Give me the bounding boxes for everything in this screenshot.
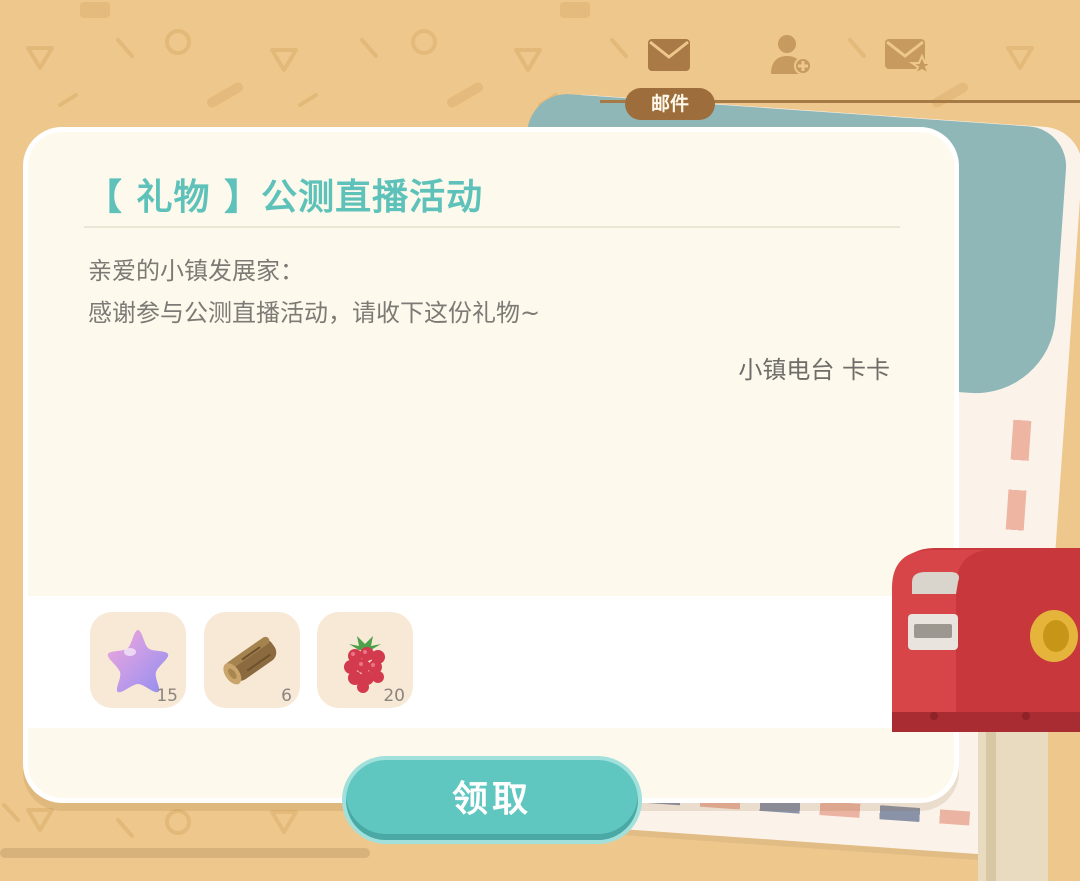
mail-icon[interactable] xyxy=(644,30,694,80)
reward-count: 15 xyxy=(156,686,178,706)
starred-mail-icon[interactable] xyxy=(882,30,932,80)
reward-item-star[interactable]: 15 xyxy=(90,612,186,708)
mailbox-illustration xyxy=(892,548,1080,881)
mail-tabs: 邮件 xyxy=(600,20,1080,130)
mail-panel: 【 礼物 】公测直播活动 亲爱的小镇发展家： 感谢参与公测直播活动，请收下这份礼… xyxy=(28,132,954,798)
mail-message: 感谢参与公测直播活动，请收下这份礼物~ xyxy=(88,299,541,327)
reward-item-wood[interactable]: 6 xyxy=(204,612,300,708)
claim-button[interactable]: 领取 xyxy=(346,760,638,840)
wood-log-icon xyxy=(223,636,277,685)
mail-greeting: 亲爱的小镇发展家： xyxy=(88,257,304,285)
mail-title: 【 礼物 】公测直播活动 xyxy=(86,177,484,218)
tab-mail-label[interactable]: 邮件 xyxy=(625,88,715,120)
reward-list: 15 6 20 xyxy=(28,596,954,728)
add-friend-icon[interactable] xyxy=(765,30,815,80)
title-divider xyxy=(84,226,900,228)
mail-signature: 小镇电台 卡卡 xyxy=(738,356,890,384)
reward-count: 20 xyxy=(383,686,405,706)
reward-count: 6 xyxy=(281,686,292,706)
reward-item-raspberry[interactable]: 20 xyxy=(317,612,413,708)
horizontal-scrollbar[interactable] xyxy=(0,848,370,858)
mail-body: 亲爱的小镇发展家： 感谢参与公测直播活动，请收下这份礼物~ xyxy=(88,250,888,334)
